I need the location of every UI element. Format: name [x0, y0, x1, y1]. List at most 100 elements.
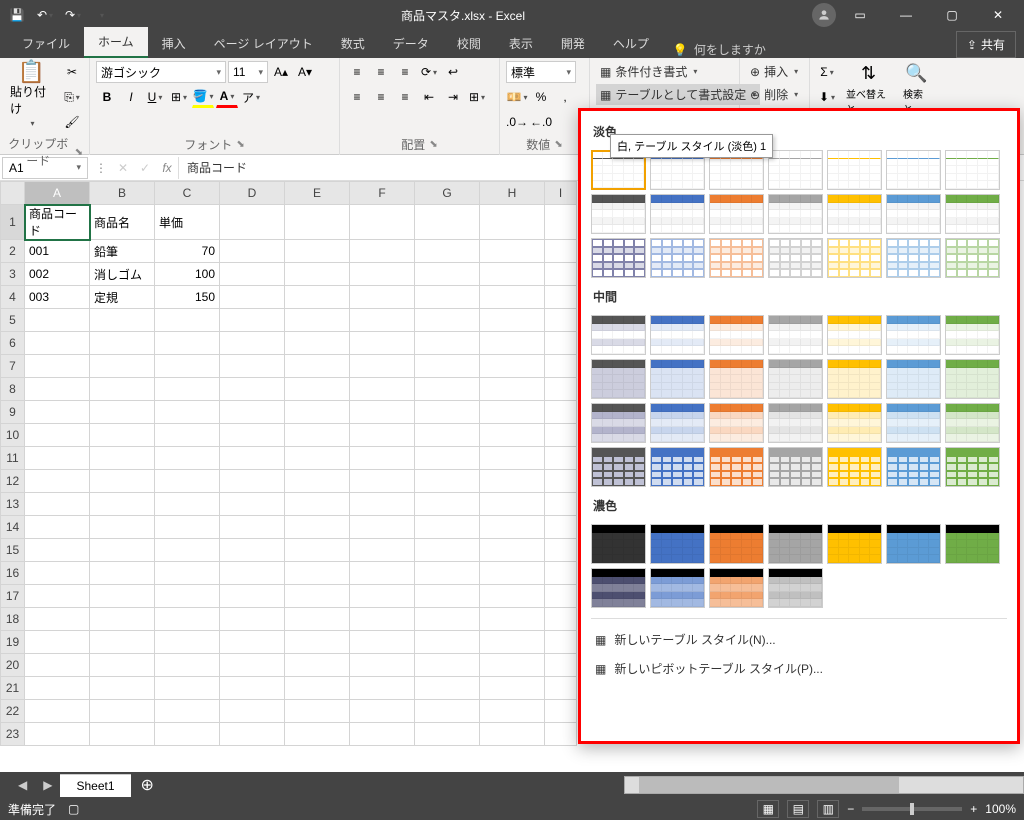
- font-launcher-icon[interactable]: ⬊: [236, 139, 244, 150]
- insert-cells-button[interactable]: ⊕挿入▾: [746, 61, 802, 82]
- table-style-swatch[interactable]: [591, 359, 646, 399]
- col-header-h[interactable]: H: [480, 182, 545, 205]
- maximize-icon[interactable]: ▢: [930, 0, 974, 30]
- conditional-formatting-button[interactable]: ▦条件付き書式▾: [596, 61, 701, 82]
- redo-icon[interactable]: ↷▾: [60, 2, 86, 28]
- row-header[interactable]: 8: [1, 378, 25, 401]
- tab-home[interactable]: ホーム: [84, 27, 148, 58]
- align-left-icon[interactable]: ≡: [346, 86, 368, 108]
- table-style-swatch[interactable]: [709, 447, 764, 487]
- sheet-nav-prev-icon[interactable]: ◀: [10, 778, 35, 792]
- table-style-swatch[interactable]: [827, 194, 882, 234]
- tab-layout[interactable]: ページ レイアウト: [200, 29, 327, 58]
- table-style-swatch[interactable]: [591, 568, 646, 608]
- tab-formulas[interactable]: 数式: [327, 29, 379, 58]
- row-header[interactable]: 10: [1, 424, 25, 447]
- table-style-swatch[interactable]: [886, 359, 941, 399]
- increase-font-icon[interactable]: A▴: [270, 61, 292, 83]
- tab-insert[interactable]: 挿入: [148, 29, 200, 58]
- row-header[interactable]: 7: [1, 355, 25, 378]
- row-header[interactable]: 6: [1, 332, 25, 355]
- wrap-text-icon[interactable]: ↩: [442, 61, 464, 83]
- col-header-b[interactable]: B: [90, 182, 155, 205]
- row-header[interactable]: 1: [1, 205, 25, 240]
- row-header[interactable]: 3: [1, 263, 25, 286]
- table-style-swatch[interactable]: [768, 359, 823, 399]
- table-style-swatch[interactable]: [945, 238, 1000, 278]
- cell-a4[interactable]: 003: [25, 286, 90, 309]
- decrease-font-icon[interactable]: A▾: [294, 61, 316, 83]
- table-style-swatch[interactable]: [827, 315, 882, 355]
- table-style-swatch[interactable]: [650, 524, 705, 564]
- tab-data[interactable]: データ: [379, 29, 443, 58]
- row-header[interactable]: 20: [1, 654, 25, 677]
- table-style-swatch[interactable]: [886, 315, 941, 355]
- table-style-swatch[interactable]: [886, 447, 941, 487]
- table-style-swatch[interactable]: [650, 359, 705, 399]
- table-style-swatch[interactable]: [827, 359, 882, 399]
- table-style-swatch[interactable]: [827, 150, 882, 190]
- table-style-swatch[interactable]: [709, 194, 764, 234]
- accounting-format-icon[interactable]: 💴▾: [506, 86, 528, 108]
- row-header[interactable]: 21: [1, 677, 25, 700]
- row-header[interactable]: 22: [1, 700, 25, 723]
- format-as-table-button[interactable]: ▦テーブルとして書式設定▾: [596, 84, 760, 105]
- table-style-swatch[interactable]: [768, 315, 823, 355]
- table-style-swatch[interactable]: [709, 238, 764, 278]
- row-header[interactable]: 13: [1, 493, 25, 516]
- table-style-swatch[interactable]: [591, 524, 646, 564]
- table-style-swatch[interactable]: [886, 194, 941, 234]
- tell-me[interactable]: 💡 何をしますか: [663, 41, 776, 58]
- increase-decimal-icon[interactable]: .0→: [506, 111, 528, 133]
- save-icon[interactable]: 💾: [4, 2, 30, 28]
- table-style-swatch[interactable]: [945, 315, 1000, 355]
- table-style-swatch[interactable]: [768, 150, 823, 190]
- clipboard-launcher-icon[interactable]: ⬊: [75, 147, 83, 158]
- cell-c3[interactable]: 100: [155, 263, 220, 286]
- table-style-swatch[interactable]: [591, 447, 646, 487]
- copy-icon[interactable]: ⎘▾: [61, 86, 83, 108]
- cell-c4[interactable]: 150: [155, 286, 220, 309]
- table-style-swatch[interactable]: [945, 524, 1000, 564]
- minimize-icon[interactable]: —: [884, 0, 928, 30]
- delete-cells-button[interactable]: ⊖削除▾: [746, 84, 802, 105]
- phonetic-button[interactable]: ア▾: [240, 86, 262, 108]
- ribbon-display-icon[interactable]: ▭: [838, 0, 882, 30]
- cell-a2[interactable]: 001: [25, 240, 90, 263]
- table-style-swatch[interactable]: [945, 403, 1000, 443]
- row-header[interactable]: 9: [1, 401, 25, 424]
- zoom-in-icon[interactable]: +: [970, 802, 977, 816]
- col-header-d[interactable]: D: [220, 182, 285, 205]
- fx-icon[interactable]: fx: [156, 157, 178, 179]
- table-style-swatch[interactable]: [709, 315, 764, 355]
- format-painter-icon[interactable]: 🖌: [61, 111, 83, 133]
- normal-view-icon[interactable]: ▦: [757, 800, 779, 818]
- tab-help[interactable]: ヘルプ: [599, 29, 663, 58]
- bold-button[interactable]: B: [96, 86, 118, 108]
- table-style-swatch[interactable]: [650, 403, 705, 443]
- cell-c1[interactable]: 単価: [155, 205, 220, 240]
- table-style-swatch[interactable]: [827, 403, 882, 443]
- table-style-swatch[interactable]: [768, 238, 823, 278]
- table-style-swatch[interactable]: [591, 403, 646, 443]
- table-style-swatch[interactable]: [886, 150, 941, 190]
- align-bottom-icon[interactable]: ≡: [394, 61, 416, 83]
- font-name-combo[interactable]: 游ゴシック▾: [96, 61, 226, 83]
- fill-color-button[interactable]: 🪣▾: [192, 86, 214, 108]
- table-style-swatch[interactable]: [591, 238, 646, 278]
- qat-customize-icon[interactable]: ▾: [88, 2, 114, 28]
- cell-a1[interactable]: 商品コード: [25, 205, 90, 240]
- table-style-swatch[interactable]: [886, 403, 941, 443]
- tab-dev[interactable]: 開発: [547, 29, 599, 58]
- indent-decrease-icon[interactable]: ⇤: [418, 86, 440, 108]
- zoom-level[interactable]: 100%: [985, 802, 1016, 816]
- table-style-swatch[interactable]: [945, 447, 1000, 487]
- table-style-swatch[interactable]: [591, 315, 646, 355]
- underline-button[interactable]: U▾: [144, 86, 166, 108]
- row-header[interactable]: 18: [1, 608, 25, 631]
- orientation-icon[interactable]: ⟳▾: [418, 61, 440, 83]
- col-header-e[interactable]: E: [285, 182, 350, 205]
- table-style-swatch[interactable]: [650, 194, 705, 234]
- cell-b1[interactable]: 商品名: [90, 205, 155, 240]
- sheet-nav-next-icon[interactable]: ▶: [35, 778, 60, 792]
